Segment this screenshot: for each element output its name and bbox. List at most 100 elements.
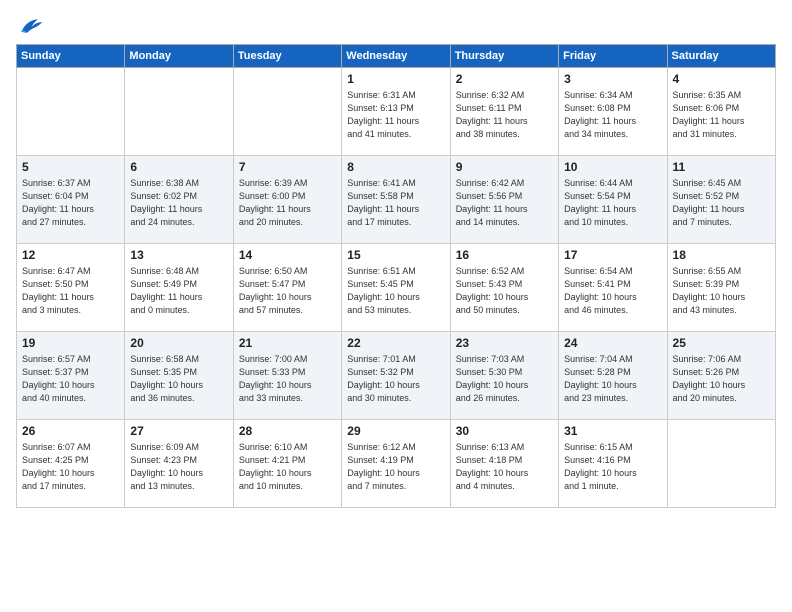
weekday-header-monday: Monday: [125, 45, 233, 68]
day-info: Sunrise: 6:47 AM Sunset: 5:50 PM Dayligh…: [22, 265, 119, 317]
day-info: Sunrise: 6:55 AM Sunset: 5:39 PM Dayligh…: [673, 265, 770, 317]
day-info: Sunrise: 7:04 AM Sunset: 5:28 PM Dayligh…: [564, 353, 661, 405]
day-info: Sunrise: 6:34 AM Sunset: 6:08 PM Dayligh…: [564, 89, 661, 141]
calendar-cell: [17, 68, 125, 156]
day-info: Sunrise: 6:35 AM Sunset: 6:06 PM Dayligh…: [673, 89, 770, 141]
calendar-cell: 7 Sunrise: 6:39 AM Sunset: 6:00 PM Daylig…: [233, 156, 341, 244]
calendar-cell: 5 Sunrise: 6:37 AM Sunset: 6:04 PM Daylig…: [17, 156, 125, 244]
calendar-cell: 17 Sunrise: 6:54 AM Sunset: 5:41 PM Dayli…: [559, 244, 667, 332]
calendar-cell: 16Sunrise: 6:52 AM Sunset: 5:43 PM Dayli…: [450, 244, 558, 332]
day-number: 22: [347, 336, 444, 350]
day-info: Sunrise: 6:45 AM Sunset: 5:52 PM Dayligh…: [673, 177, 770, 229]
calendar-cell: [125, 68, 233, 156]
day-number: 8: [347, 160, 444, 174]
day-number: 3: [564, 72, 661, 86]
day-info: Sunrise: 6:41 AM Sunset: 5:58 PM Dayligh…: [347, 177, 444, 229]
calendar-cell: 26Sunrise: 6:07 AM Sunset: 4:25 PM Dayli…: [17, 420, 125, 508]
day-number: 2: [456, 72, 553, 86]
day-number: 23: [456, 336, 553, 350]
day-info: Sunrise: 6:51 AM Sunset: 5:45 PM Dayligh…: [347, 265, 444, 317]
day-number: 17: [564, 248, 661, 262]
day-info: Sunrise: 7:06 AM Sunset: 5:26 PM Dayligh…: [673, 353, 770, 405]
calendar-cell: 15 Sunrise: 6:51 AM Sunset: 5:45 PM Dayli…: [342, 244, 450, 332]
day-info: Sunrise: 6:13 AM Sunset: 4:18 PM Dayligh…: [456, 441, 553, 493]
calendar-cell: 1 Sunrise: 6:31 AM Sunset: 6:13 PM Daylig…: [342, 68, 450, 156]
day-info: Sunrise: 6:38 AM Sunset: 6:02 PM Dayligh…: [130, 177, 227, 229]
calendar-cell: 20 Sunrise: 6:58 AM Sunset: 5:35 PM Dayli…: [125, 332, 233, 420]
day-number: 15: [347, 248, 444, 262]
calendar-cell: 18 Sunrise: 6:55 AM Sunset: 5:39 PM Dayli…: [667, 244, 775, 332]
day-number: 7: [239, 160, 336, 174]
day-info: Sunrise: 6:15 AM Sunset: 4:16 PM Dayligh…: [564, 441, 661, 493]
day-number: 19: [22, 336, 119, 350]
day-info: Sunrise: 6:10 AM Sunset: 4:21 PM Dayligh…: [239, 441, 336, 493]
calendar-cell: 9Sunrise: 6:42 AM Sunset: 5:56 PM Daylig…: [450, 156, 558, 244]
calendar-cell: 13 Sunrise: 6:48 AM Sunset: 5:49 PM Dayli…: [125, 244, 233, 332]
calendar-cell: 31 Sunrise: 6:15 AM Sunset: 4:16 PM Dayli…: [559, 420, 667, 508]
calendar-cell: 27 Sunrise: 6:09 AM Sunset: 4:23 PM Dayli…: [125, 420, 233, 508]
day-info: Sunrise: 6:54 AM Sunset: 5:41 PM Dayligh…: [564, 265, 661, 317]
day-info: Sunrise: 7:01 AM Sunset: 5:32 PM Dayligh…: [347, 353, 444, 405]
day-number: 11: [673, 160, 770, 174]
calendar-table: SundayMondayTuesdayWednesdayThursdayFrid…: [16, 44, 776, 508]
day-info: Sunrise: 6:50 AM Sunset: 5:47 PM Dayligh…: [239, 265, 336, 317]
day-number: 20: [130, 336, 227, 350]
calendar-cell: 12 Sunrise: 6:47 AM Sunset: 5:50 PM Dayli…: [17, 244, 125, 332]
day-number: 10: [564, 160, 661, 174]
day-number: 14: [239, 248, 336, 262]
calendar-cell: 24 Sunrise: 7:04 AM Sunset: 5:28 PM Dayli…: [559, 332, 667, 420]
day-number: 27: [130, 424, 227, 438]
day-info: Sunrise: 6:48 AM Sunset: 5:49 PM Dayligh…: [130, 265, 227, 317]
calendar-week-4: 19 Sunrise: 6:57 AM Sunset: 5:37 PM Dayli…: [17, 332, 776, 420]
calendar-cell: 28 Sunrise: 6:10 AM Sunset: 4:21 PM Dayli…: [233, 420, 341, 508]
weekday-header-tuesday: Tuesday: [233, 45, 341, 68]
page-header: [16, 16, 776, 36]
weekday-header-friday: Friday: [559, 45, 667, 68]
weekday-header-row: SundayMondayTuesdayWednesdayThursdayFrid…: [17, 45, 776, 68]
calendar-cell: 30 Sunrise: 6:13 AM Sunset: 4:18 PM Dayli…: [450, 420, 558, 508]
calendar-week-2: 5 Sunrise: 6:37 AM Sunset: 6:04 PM Daylig…: [17, 156, 776, 244]
day-number: 6: [130, 160, 227, 174]
day-info: Sunrise: 6:12 AM Sunset: 4:19 PM Dayligh…: [347, 441, 444, 493]
calendar-cell: 21Sunrise: 7:00 AM Sunset: 5:33 PM Dayli…: [233, 332, 341, 420]
calendar-cell: [233, 68, 341, 156]
calendar-week-5: 26Sunrise: 6:07 AM Sunset: 4:25 PM Dayli…: [17, 420, 776, 508]
day-info: Sunrise: 7:03 AM Sunset: 5:30 PM Dayligh…: [456, 353, 553, 405]
day-number: 16: [456, 248, 553, 262]
day-number: 1: [347, 72, 444, 86]
day-number: 5: [22, 160, 119, 174]
calendar-cell: 19 Sunrise: 6:57 AM Sunset: 5:37 PM Dayli…: [17, 332, 125, 420]
logo-icon: [16, 16, 44, 36]
day-info: Sunrise: 6:58 AM Sunset: 5:35 PM Dayligh…: [130, 353, 227, 405]
weekday-header-sunday: Sunday: [17, 45, 125, 68]
calendar-week-3: 12 Sunrise: 6:47 AM Sunset: 5:50 PM Dayli…: [17, 244, 776, 332]
day-info: Sunrise: 6:44 AM Sunset: 5:54 PM Dayligh…: [564, 177, 661, 229]
calendar-cell: 2Sunrise: 6:32 AM Sunset: 6:11 PM Daylig…: [450, 68, 558, 156]
day-number: 28: [239, 424, 336, 438]
day-number: 30: [456, 424, 553, 438]
calendar-week-1: 1 Sunrise: 6:31 AM Sunset: 6:13 PM Daylig…: [17, 68, 776, 156]
weekday-header-thursday: Thursday: [450, 45, 558, 68]
day-number: 12: [22, 248, 119, 262]
calendar-cell: [667, 420, 775, 508]
day-info: Sunrise: 6:57 AM Sunset: 5:37 PM Dayligh…: [22, 353, 119, 405]
calendar-cell: 25 Sunrise: 7:06 AM Sunset: 5:26 PM Dayli…: [667, 332, 775, 420]
calendar-cell: 14 Sunrise: 6:50 AM Sunset: 5:47 PM Dayli…: [233, 244, 341, 332]
day-number: 13: [130, 248, 227, 262]
day-number: 31: [564, 424, 661, 438]
day-info: Sunrise: 6:31 AM Sunset: 6:13 PM Dayligh…: [347, 89, 444, 141]
day-info: Sunrise: 6:37 AM Sunset: 6:04 PM Dayligh…: [22, 177, 119, 229]
calendar-cell: 4Sunrise: 6:35 AM Sunset: 6:06 PM Daylig…: [667, 68, 775, 156]
day-number: 18: [673, 248, 770, 262]
calendar-cell: 8 Sunrise: 6:41 AM Sunset: 5:58 PM Daylig…: [342, 156, 450, 244]
day-number: 24: [564, 336, 661, 350]
day-info: Sunrise: 6:09 AM Sunset: 4:23 PM Dayligh…: [130, 441, 227, 493]
day-info: Sunrise: 6:39 AM Sunset: 6:00 PM Dayligh…: [239, 177, 336, 229]
weekday-header-wednesday: Wednesday: [342, 45, 450, 68]
day-number: 9: [456, 160, 553, 174]
calendar-cell: 11 Sunrise: 6:45 AM Sunset: 5:52 PM Dayli…: [667, 156, 775, 244]
day-info: Sunrise: 6:07 AM Sunset: 4:25 PM Dayligh…: [22, 441, 119, 493]
day-number: 21: [239, 336, 336, 350]
calendar-cell: 29Sunrise: 6:12 AM Sunset: 4:19 PM Dayli…: [342, 420, 450, 508]
day-number: 25: [673, 336, 770, 350]
